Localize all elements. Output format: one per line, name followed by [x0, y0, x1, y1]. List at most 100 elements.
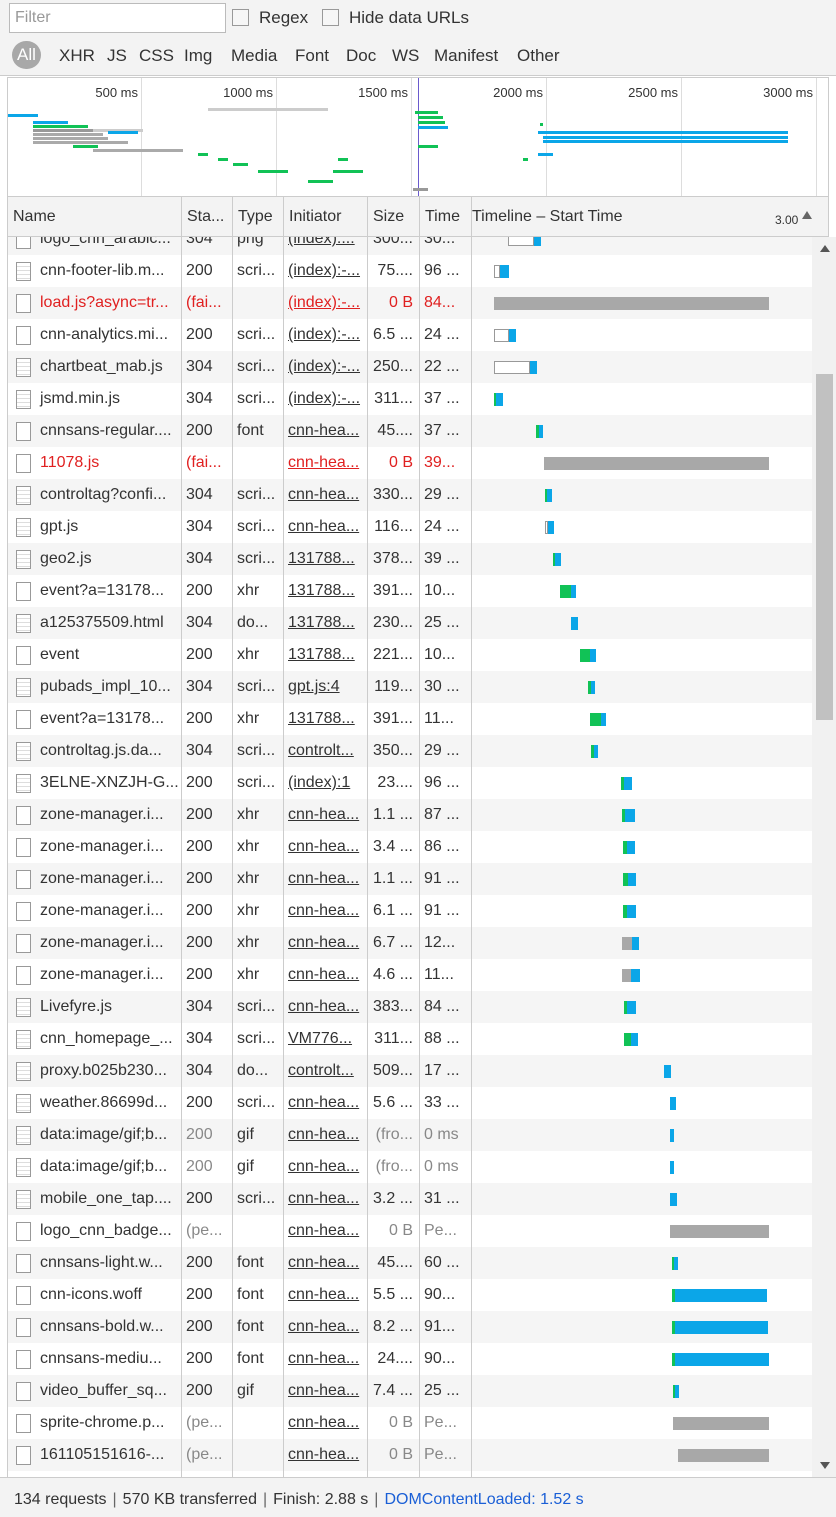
- type-filter-font[interactable]: Font: [295, 46, 329, 66]
- table-row[interactable]: zone-manager.i... 200 xhr cnn-hea... 6.7 ...…: [8, 927, 812, 959]
- cell-initiator[interactable]: (index):-...: [284, 287, 368, 319]
- column-header-size[interactable]: Size: [368, 197, 420, 237]
- cell-initiator[interactable]: (index):-...: [284, 383, 368, 415]
- sort-ascending-icon[interactable]: [802, 211, 812, 219]
- type-filter-img[interactable]: Img: [184, 46, 212, 66]
- table-row[interactable]: cnnsans-bold.w... 200 font cnn-hea... 8.2 ..…: [8, 1311, 812, 1343]
- filter-input[interactable]: Filter: [9, 3, 226, 33]
- column-header-type[interactable]: Type: [233, 197, 284, 237]
- type-filter-all[interactable]: All: [12, 41, 41, 69]
- initiator-link[interactable]: cnn-hea...: [288, 1126, 359, 1143]
- type-filter-other[interactable]: Other: [517, 46, 560, 66]
- initiator-link[interactable]: cnn-hea...: [288, 1414, 359, 1431]
- cell-initiator[interactable]: 131788...: [284, 575, 368, 607]
- table-row[interactable]: cnnsans-light.w... 200 font cnn-hea... 45...…: [8, 1247, 812, 1279]
- initiator-link[interactable]: (index):-...: [288, 294, 360, 311]
- initiator-link[interactable]: 131788...: [288, 614, 355, 631]
- cell-initiator[interactable]: cnn-hea...: [284, 799, 368, 831]
- type-filter-doc[interactable]: Doc: [346, 46, 376, 66]
- scroll-up-arrow-icon[interactable]: [820, 245, 830, 252]
- initiator-link[interactable]: cnn-hea...: [288, 454, 359, 471]
- cell-initiator[interactable]: cnn-hea...: [284, 1151, 368, 1183]
- table-row[interactable]: event?a=13178... 200 xhr 131788... 391... 10.…: [8, 575, 812, 607]
- column-header-status[interactable]: Sta...: [182, 197, 233, 237]
- cell-initiator[interactable]: 131788...: [284, 703, 368, 735]
- table-row[interactable]: event?a=13178... 200 xhr 131788... 391... 11.…: [8, 703, 812, 735]
- cell-initiator[interactable]: cnn-hea...: [284, 511, 368, 543]
- initiator-link[interactable]: gpt.js:4: [288, 678, 340, 695]
- cell-initiator[interactable]: cnn-hea...: [284, 831, 368, 863]
- initiator-link[interactable]: VM776...: [288, 1030, 352, 1047]
- initiator-link[interactable]: cnn-hea...: [288, 1254, 359, 1271]
- table-row[interactable]: 161105151616-... (pe... cnn-hea... 0 B Pe...: [8, 1439, 812, 1471]
- initiator-link[interactable]: cnn-hea...: [288, 1094, 359, 1111]
- initiator-link[interactable]: cnn-hea...: [288, 838, 359, 855]
- cell-initiator[interactable]: cnn-hea...: [284, 991, 368, 1023]
- table-row[interactable]: data:image/gif;b... 200 gif cnn-hea... (fro.…: [8, 1119, 812, 1151]
- table-row[interactable]: cnn-analytics.mi... 200 scri... (index):-..…: [8, 319, 812, 351]
- initiator-link[interactable]: cnn-hea...: [288, 806, 359, 823]
- table-row[interactable]: controltag?confi... 304 scri... cnn-hea... 3…: [8, 479, 812, 511]
- cell-initiator[interactable]: cnn-hea...: [284, 1279, 368, 1311]
- initiator-link[interactable]: cnn-hea...: [288, 1318, 359, 1335]
- initiator-link[interactable]: cnn-hea...: [288, 1286, 359, 1303]
- table-row[interactable]: cnn_homepage_... 304 scri... VM776... 311...…: [8, 1023, 812, 1055]
- initiator-link[interactable]: cnn-hea...: [288, 1446, 359, 1463]
- table-row[interactable]: controltag.js.da... 304 scri... controlt...…: [8, 735, 812, 767]
- table-row[interactable]: geo2.js 304 scri... 131788... 378... 39 ...: [8, 543, 812, 575]
- type-filter-media[interactable]: Media: [231, 46, 277, 66]
- table-row[interactable]: pubads_impl_10... 304 scri... gpt.js:4 119..…: [8, 671, 812, 703]
- cell-initiator[interactable]: cnn-hea...: [284, 1343, 368, 1375]
- table-row[interactable]: zone-manager.i... 200 xhr cnn-hea... 3.4 ...…: [8, 831, 812, 863]
- initiator-link[interactable]: cnn-hea...: [288, 1350, 359, 1367]
- table-row[interactable]: 11078.js (fai... cnn-hea... 0 B 39...: [8, 447, 812, 479]
- initiator-link[interactable]: cnn-hea...: [288, 966, 359, 983]
- column-header-timeline[interactable]: Timeline – Start Time: [467, 197, 767, 237]
- initiator-link[interactable]: cnn-hea...: [288, 870, 359, 887]
- cell-initiator[interactable]: cnn-hea...: [284, 1407, 368, 1439]
- cell-initiator[interactable]: gpt.js:4: [284, 671, 368, 703]
- table-row[interactable]: cnnsans-mediu... 200 font cnn-hea... 24.... 9…: [8, 1343, 812, 1375]
- table-row[interactable]: video_buffer_sq... 200 gif cnn-hea... 7.4 ..…: [8, 1375, 812, 1407]
- type-filter-xhr[interactable]: XHR: [59, 46, 95, 66]
- initiator-link[interactable]: 131788...: [288, 550, 355, 567]
- cell-initiator[interactable]: controlt...: [284, 1055, 368, 1087]
- cell-initiator[interactable]: cnn-hea...: [284, 863, 368, 895]
- table-row[interactable]: cnn-icons.woff 200 font cnn-hea... 5.5 ... 90…: [8, 1279, 812, 1311]
- table-row[interactable]: zone-manager.i... 200 xhr cnn-hea... 1.1 ...…: [8, 863, 812, 895]
- cell-initiator[interactable]: cnn-hea...: [284, 1439, 368, 1471]
- scroll-thumb[interactable]: [816, 374, 833, 720]
- cell-initiator[interactable]: cnn-hea...: [284, 415, 368, 447]
- type-filter-manifest[interactable]: Manifest: [434, 46, 498, 66]
- cell-initiator[interactable]: (index):...: [284, 237, 368, 255]
- initiator-link[interactable]: controlt...: [288, 742, 354, 759]
- table-row[interactable]: sprite-chrome.p... (pe... cnn-hea... 0 B Pe.…: [8, 1407, 812, 1439]
- network-overview[interactable]: 500 ms 1000 ms 1500 ms 2000 ms 2500 ms 3…: [7, 77, 829, 197]
- table-row[interactable]: event 200 xhr 131788... 221... 10...: [8, 639, 812, 671]
- initiator-link[interactable]: cnn-hea...: [288, 934, 359, 951]
- cell-initiator[interactable]: cnn-hea...: [284, 479, 368, 511]
- type-filter-css[interactable]: CSS: [139, 46, 174, 66]
- table-row[interactable]: data:image/gif;b... 200 gif cnn-hea... (fro.…: [8, 1151, 812, 1183]
- table-row[interactable]: logo_cnn_arabic... 304 png (index):... 300..…: [8, 237, 812, 255]
- initiator-link[interactable]: cnn-hea...: [288, 1190, 359, 1207]
- initiator-link[interactable]: cnn-hea...: [288, 902, 359, 919]
- table-row[interactable]: proxy.b025b230... 304 do... controlt... 509.…: [8, 1055, 812, 1087]
- type-filter-ws[interactable]: WS: [392, 46, 419, 66]
- table-row[interactable]: weather.86699d... 200 scri... cnn-hea... 5.6…: [8, 1087, 812, 1119]
- cell-initiator[interactable]: VM776...: [284, 1023, 368, 1055]
- cell-initiator[interactable]: cnn-hea...: [284, 1183, 368, 1215]
- table-row[interactable]: zone-manager.i... 200 xhr cnn-hea... 4.6 ...…: [8, 959, 812, 991]
- cell-initiator[interactable]: cnn-hea...: [284, 1375, 368, 1407]
- initiator-link[interactable]: cnn-hea...: [288, 1382, 359, 1399]
- cell-initiator[interactable]: cnn-hea...: [284, 1119, 368, 1151]
- cell-initiator[interactable]: cnn-hea...: [284, 447, 368, 479]
- cell-initiator[interactable]: (index):1: [284, 767, 368, 799]
- cell-initiator[interactable]: cnn-hea...: [284, 895, 368, 927]
- cell-initiator[interactable]: cnn-hea...: [284, 927, 368, 959]
- type-filter-js[interactable]: JS: [107, 46, 127, 66]
- cell-initiator[interactable]: controlt...: [284, 735, 368, 767]
- cell-initiator[interactable]: cnn-hea...: [284, 1215, 368, 1247]
- initiator-link[interactable]: (index):1: [288, 774, 350, 791]
- cell-initiator[interactable]: cnn-hea...: [284, 1311, 368, 1343]
